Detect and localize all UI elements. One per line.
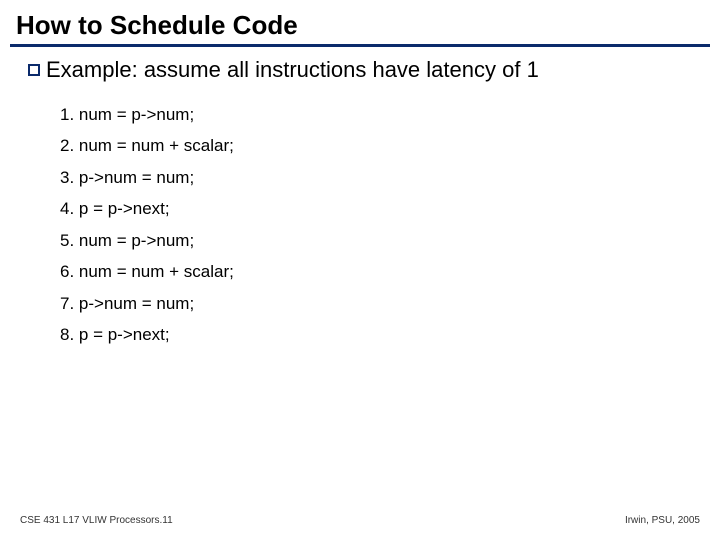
footer-left: CSE 431 L17 VLIW Processors.11 [20, 515, 173, 526]
list-item: 6. num = num + scalar; [60, 256, 700, 287]
content-area: Example: assume all instructions have la… [0, 47, 720, 351]
list-item: 1. num = p->num; [60, 99, 700, 130]
bullet-row: Example: assume all instructions have la… [28, 57, 700, 83]
list-item: 4. p = p->next; [60, 193, 700, 224]
bullet-text: Example: assume all instructions have la… [46, 57, 539, 83]
square-bullet-icon [28, 64, 40, 76]
code-list: 1. num = p->num; 2. num = num + scalar; … [28, 83, 700, 351]
footer-right: Irwin, PSU, 2005 [625, 515, 700, 526]
list-item: 3. p->num = num; [60, 162, 700, 193]
list-item: 8. p = p->next; [60, 319, 700, 350]
page-title: How to Schedule Code [10, 10, 710, 47]
list-item: 2. num = num + scalar; [60, 130, 700, 161]
list-item: 5. num = p->num; [60, 225, 700, 256]
title-wrap: How to Schedule Code [0, 0, 720, 47]
footer: CSE 431 L17 VLIW Processors.11 Irwin, PS… [0, 515, 720, 526]
list-item: 7. p->num = num; [60, 288, 700, 319]
